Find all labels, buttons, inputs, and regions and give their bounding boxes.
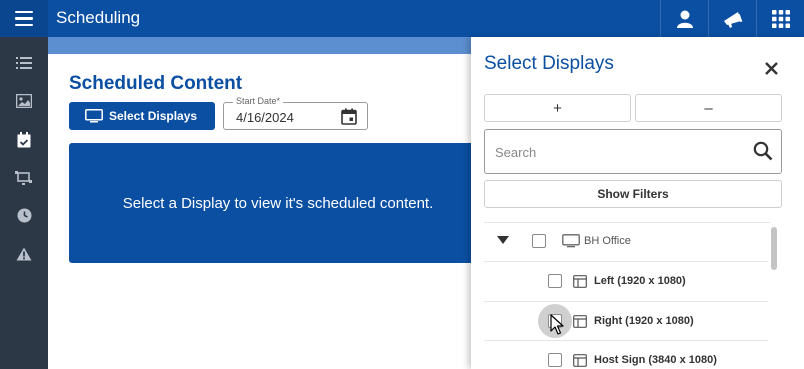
clock-icon bbox=[17, 208, 31, 222]
sidebar-item-scheduling[interactable] bbox=[0, 121, 48, 159]
top-icon-group bbox=[660, 0, 804, 37]
panel-title: Select Displays bbox=[484, 53, 614, 74]
layout-icon bbox=[573, 274, 587, 288]
sidebar-item-displays[interactable] bbox=[0, 159, 48, 197]
app-title: Scheduling bbox=[56, 8, 141, 27]
tree-row-child[interactable]: Left (1920 x 1080) bbox=[548, 262, 686, 300]
select-displays-button[interactable]: Select Displays bbox=[69, 102, 215, 130]
monitor-icon bbox=[562, 234, 580, 248]
search-input[interactable] bbox=[495, 142, 740, 162]
user-icon[interactable] bbox=[660, 0, 708, 37]
remove-display-button[interactable]: – bbox=[635, 94, 782, 122]
close-icon bbox=[764, 61, 778, 75]
mouse-pointer-icon bbox=[550, 314, 564, 335]
display-layout-icon bbox=[15, 171, 32, 185]
page-title: Scheduled Content bbox=[69, 73, 243, 94]
calendar-check-icon bbox=[17, 132, 31, 148]
start-date-field[interactable]: Start Date* 4/16/2024 bbox=[223, 96, 368, 130]
warning-icon bbox=[16, 247, 32, 261]
tree-row-parent: BH Office bbox=[532, 222, 631, 260]
tree-child-label: Right (1920 x 1080) bbox=[594, 315, 694, 327]
close-button[interactable] bbox=[759, 56, 783, 80]
search-icon[interactable] bbox=[753, 141, 773, 161]
parent-checkbox[interactable] bbox=[532, 234, 546, 248]
sidebar-item-history[interactable] bbox=[0, 196, 48, 234]
tree-child-label: Host Sign (3840 x 1080) bbox=[594, 354, 717, 366]
sidebar-item-alerts[interactable] bbox=[0, 235, 48, 273]
scrollbar-thumb[interactable] bbox=[771, 227, 777, 270]
image-icon bbox=[16, 94, 32, 108]
tree-parent-label: BH Office bbox=[584, 235, 631, 247]
list-icon bbox=[16, 57, 32, 69]
apps-grid-icon[interactable] bbox=[756, 0, 804, 37]
empty-state-panel: Select a Display to view it's scheduled … bbox=[69, 143, 489, 263]
show-filters-button[interactable]: Show Filters bbox=[484, 180, 782, 208]
select-displays-panel: Select Displays + – Show Filters BH Offi… bbox=[471, 37, 804, 369]
tree-row-child[interactable]: Right (1920 x 1080) bbox=[548, 302, 694, 340]
sidebar-item-media[interactable] bbox=[0, 82, 48, 120]
child-checkbox[interactable] bbox=[548, 274, 562, 288]
top-bar: Scheduling bbox=[0, 0, 804, 37]
child-checkbox[interactable] bbox=[548, 353, 562, 367]
tree-row-child[interactable]: Host Sign (3840 x 1080) bbox=[548, 341, 717, 369]
sidebar-item-list[interactable] bbox=[0, 44, 48, 82]
tree-child-label: Left (1920 x 1080) bbox=[594, 275, 686, 287]
start-date-value: 4/16/2024 bbox=[236, 110, 294, 125]
layout-icon bbox=[573, 353, 587, 367]
empty-state-message: Select a Display to view it's scheduled … bbox=[122, 195, 434, 212]
chevron-down-icon[interactable] bbox=[497, 236, 509, 246]
select-displays-label: Select Displays bbox=[109, 109, 198, 123]
layout-icon bbox=[573, 314, 587, 328]
hamburger-menu-icon[interactable] bbox=[0, 0, 48, 37]
monitor-icon bbox=[85, 109, 103, 123]
search-box bbox=[484, 129, 782, 174]
start-date-label: Start Date* bbox=[233, 96, 284, 106]
calendar-icon[interactable] bbox=[341, 108, 357, 125]
sidebar bbox=[0, 37, 48, 369]
add-display-button[interactable]: + bbox=[484, 94, 631, 122]
megaphone-icon[interactable] bbox=[708, 0, 756, 37]
